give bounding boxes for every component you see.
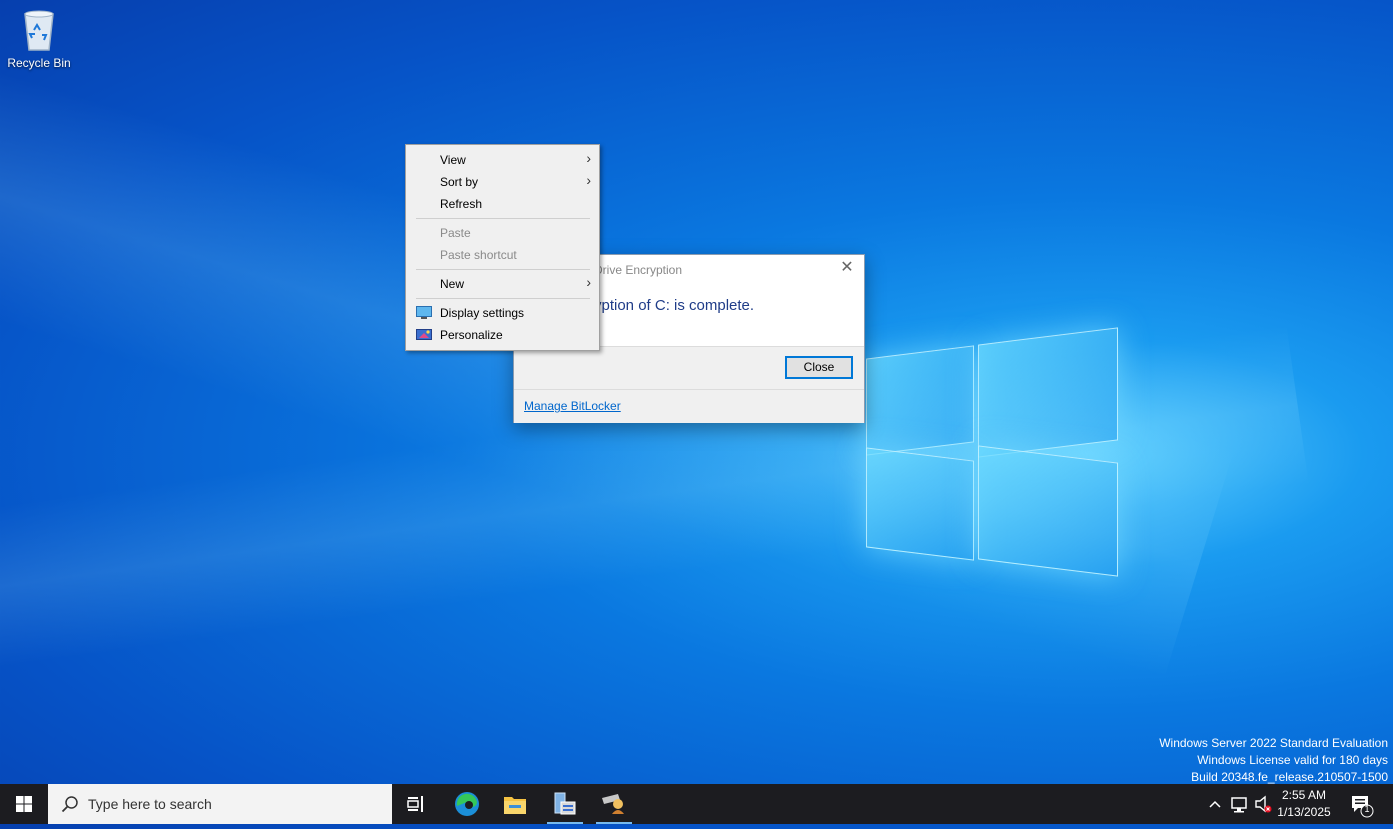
clock-date: 1/13/2025 [1277,805,1331,819]
user-app-button[interactable] [594,784,634,824]
chevron-right-icon: › [586,150,591,166]
close-icon[interactable]: ✕ [838,259,856,277]
search-icon [61,796,78,813]
recycle-bin-icon [21,8,57,52]
menu-item-refresh[interactable]: Refresh [406,193,599,215]
server-manager-icon [554,792,576,815]
manage-bitlocker-link[interactable]: Manage BitLocker [524,399,621,413]
action-center-button[interactable]: 1 [1346,784,1376,824]
menu-item-label: Sort by [440,175,479,189]
desktop-icon-label: Recycle Bin [7,56,71,70]
menu-item-label: Paste shortcut [440,248,517,262]
menu-item-sort-by[interactable]: Sort by › [406,171,599,193]
menu-item-label: View [440,153,466,167]
menu-separator [416,298,590,299]
chevron-right-icon: › [586,172,591,188]
volume-button[interactable] [1253,784,1275,824]
notification-count: 1 [1364,804,1370,814]
task-view-icon [407,796,423,812]
display-icon [416,306,432,319]
network-button[interactable] [1229,784,1251,824]
dialog-footer: Manage BitLocker [514,389,864,423]
menu-item-personalize[interactable]: Personalize [406,324,599,346]
dialog-message: yption of C: is complete. [594,297,755,314]
chevron-up-icon [1209,800,1221,808]
menu-item-label: Paste [440,226,471,240]
menu-item-label: Refresh [440,197,483,211]
menu-item-label: New [440,277,465,291]
menu-item-view[interactable]: View › [406,149,599,171]
menu-separator [416,269,590,270]
show-hidden-icons-button[interactable] [1206,784,1224,824]
taskbar-search-box[interactable]: Type here to search [48,784,392,824]
desktop-context-menu: View › Sort by › Refresh Paste Paste sho… [405,144,600,351]
search-placeholder: Type here to search [88,796,212,812]
evaluation-watermark: Windows Server 2022 Standard Evaluation … [1159,735,1388,786]
edge-button[interactable] [447,784,487,824]
windows-logo-wallpaper [866,322,1118,580]
task-view-button[interactable] [396,784,436,824]
menu-item-paste[interactable]: Paste [406,222,599,244]
volume-muted-icon [1255,795,1272,813]
clock-time: 2:55 AM [1281,788,1327,802]
edge-icon [455,792,479,816]
taskbar: Type here to search 2:55 AM 1/13/2025 1 [0,784,1393,824]
taskbar-clock[interactable]: 2:55 AM 1/13/2025 [1274,787,1334,821]
menu-item-paste-shortcut[interactable]: Paste shortcut [406,244,599,266]
user-app-icon [602,794,624,814]
dialog-button-bar: Close [514,346,864,389]
file-explorer-button[interactable] [495,784,535,824]
menu-item-label: Personalize [440,328,503,342]
menu-item-new[interactable]: New › [406,273,599,295]
windows-start-icon [16,796,32,812]
watermark-line: Windows Server 2022 Standard Evaluation [1159,736,1388,750]
start-button[interactable] [0,784,48,824]
watermark-line: Windows License valid for 180 days [1197,753,1388,767]
file-explorer-icon [504,797,526,814]
notification-icon [1352,796,1374,818]
chevron-right-icon: › [586,274,591,290]
dialog-title: Drive Encryption [594,263,683,277]
menu-separator [416,218,590,219]
network-icon [1231,797,1247,813]
close-button[interactable]: Close [785,356,853,379]
menu-item-display-settings[interactable]: Display settings [406,302,599,324]
server-manager-button[interactable] [545,784,585,824]
menu-item-label: Display settings [440,306,525,320]
personalize-icon [416,328,432,341]
desktop-icon-recycle-bin[interactable]: Recycle Bin [4,8,74,70]
